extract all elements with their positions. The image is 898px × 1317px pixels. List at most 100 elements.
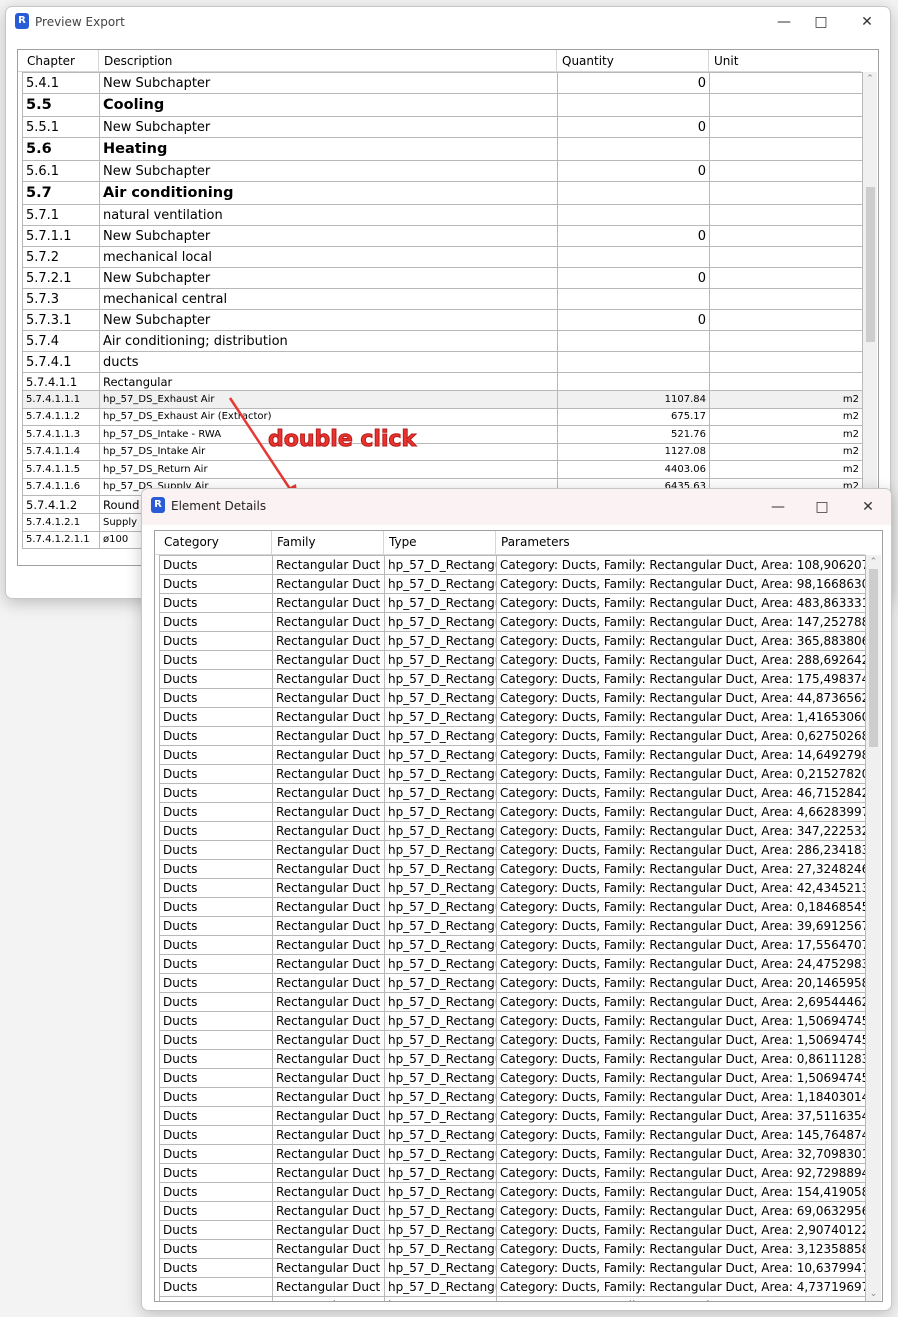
quantity-cell[interactable]: 0 — [557, 160, 710, 182]
details-row[interactable]: DuctsRectangular Ducthp_57_D_Rectangular… — [159, 1106, 866, 1126]
column-header-chapter[interactable]: Chapter — [22, 50, 99, 71]
parameters-cell[interactable]: Category: Ducts, Family: Rectangular Duc… — [496, 1030, 866, 1050]
family-cell[interactable]: Rectangular Duct — [272, 1106, 385, 1126]
preview-row[interactable]: 5.5 Cooling — [22, 93, 863, 117]
category-cell[interactable]: Ducts — [159, 593, 273, 613]
type-cell[interactable]: hp_57_D_Rectangular — [384, 878, 497, 898]
quantity-cell[interactable]: 0 — [557, 72, 710, 94]
parameters-cell[interactable]: Category: Ducts, Family: Rectangular Duc… — [496, 916, 866, 936]
description-cell[interactable]: New Subchapter — [99, 225, 558, 247]
type-cell[interactable]: hp_57_D_Rectangular — [384, 688, 497, 708]
category-cell[interactable]: Ducts — [159, 1201, 273, 1221]
type-cell[interactable]: hp_57_D_Rectangular — [384, 612, 497, 632]
description-cell[interactable]: hp_57_DS_Return Air — [99, 460, 558, 479]
family-cell[interactable]: Rectangular Duct — [272, 897, 385, 917]
details-row[interactable]: DuctsRectangular Ducthp_57_D_Rectangular… — [159, 1144, 866, 1164]
category-cell[interactable]: Ducts — [159, 1258, 273, 1278]
chapter-cell[interactable]: 5.4.1 — [22, 72, 100, 94]
category-cell[interactable]: Ducts — [159, 726, 273, 746]
chapter-cell[interactable]: 5.7.4.1.1.4 — [22, 442, 100, 461]
type-cell[interactable]: hp_57_D_Rectangular — [384, 783, 497, 803]
type-cell[interactable]: hp_57_D_Rectangular — [384, 1106, 497, 1126]
category-cell[interactable]: Ducts — [159, 764, 273, 784]
chapter-cell[interactable]: 5.7.2 — [22, 246, 100, 268]
type-cell[interactable]: hp_57_D_Rectangular — [384, 954, 497, 974]
preview-row[interactable]: 5.7.4 Air conditioning; distribution — [22, 330, 863, 352]
parameters-cell[interactable]: Category: Ducts, Family: Rectangular Duc… — [496, 935, 866, 955]
family-cell[interactable]: Rectangular Duct — [272, 1239, 385, 1259]
parameters-cell[interactable]: Category: Ducts, Family: Rectangular Duc… — [496, 973, 866, 993]
details-row[interactable]: DuctsRectangular Ducthp_57_D_Rectangular… — [159, 612, 866, 632]
column-header-parameters[interactable]: Parameters — [496, 531, 865, 554]
column-header-quantity[interactable]: Quantity — [557, 50, 709, 71]
category-cell[interactable]: Ducts — [159, 954, 273, 974]
details-row[interactable]: DuctsRectangular Ducthp_57_D_Rectangular… — [159, 593, 866, 613]
details-row[interactable]: DuctsRectangular Ducthp_57_D_Rectangular… — [159, 764, 866, 784]
type-cell[interactable]: hp_57_D_Rectangular — [384, 707, 497, 727]
unit-cell[interactable] — [709, 351, 863, 373]
details-row[interactable]: DuctsRectangular Ducthp_57_D_Rectangular… — [159, 859, 866, 879]
column-header-type[interactable]: Type — [384, 531, 496, 554]
category-cell[interactable]: Ducts — [159, 878, 273, 898]
chapter-cell[interactable]: 5.7.3 — [22, 288, 100, 310]
quantity-cell[interactable]: 521.76 — [557, 425, 710, 444]
preview-scroll-thumb[interactable] — [866, 187, 875, 342]
close-icon[interactable]: ✕ — [848, 495, 888, 519]
type-cell[interactable]: hp_57_D_Rectangular — [384, 992, 497, 1012]
parameters-cell[interactable]: Category: Ducts, Family: Rectangular Duc… — [496, 1087, 866, 1107]
description-cell[interactable]: Cooling — [99, 93, 558, 117]
details-scrollbar[interactable]: ⌃ ⌄ — [866, 555, 881, 1301]
details-row[interactable]: DuctsRectangular Ducthp_57_D_Rectangular… — [159, 726, 866, 746]
parameters-cell[interactable]: Category: Ducts, Family: Rectangular Duc… — [496, 707, 866, 727]
category-cell[interactable]: Ducts — [159, 745, 273, 765]
parameters-cell[interactable]: Category: Ducts, Family: Rectangular Duc… — [496, 669, 866, 689]
quantity-cell[interactable]: 0 — [557, 267, 710, 289]
chapter-cell[interactable]: 5.7.4.1.2.1 — [22, 513, 100, 532]
family-cell[interactable]: Rectangular Duct — [272, 688, 385, 708]
description-cell[interactable]: hp_57_DS_Exhaust Air — [99, 390, 558, 409]
quantity-cell[interactable]: 675.17 — [557, 407, 710, 426]
family-cell[interactable]: Rectangular Duct — [272, 1182, 385, 1202]
parameters-cell[interactable]: Category: Ducts, Family: Rectangular Duc… — [496, 1068, 866, 1088]
chapter-cell[interactable]: 5.6.1 — [22, 160, 100, 182]
type-cell[interactable]: hp_57_D_Rectangular — [384, 840, 497, 860]
family-cell[interactable]: Rectangular Duct — [272, 783, 385, 803]
details-row[interactable]: DuctsRectangular Ducthp_57_D_Rectangular… — [159, 1182, 866, 1202]
description-cell[interactable]: Air conditioning — [99, 181, 558, 205]
quantity-cell[interactable]: 0 — [557, 116, 710, 138]
parameters-cell[interactable]: Category: Ducts, Family: Rectangular Duc… — [496, 954, 866, 974]
description-cell[interactable]: mechanical local — [99, 246, 558, 268]
chapter-cell[interactable]: 5.7.2.1 — [22, 267, 100, 289]
details-row[interactable]: DuctsRectangular Ducthp_57_D_Rectangular… — [159, 878, 866, 898]
details-row[interactable]: DuctsRectangular Ducthp_57_D_Rectangular… — [159, 992, 866, 1012]
quantity-cell[interactable] — [557, 246, 710, 268]
unit-cell[interactable] — [709, 137, 863, 161]
description-cell[interactable]: hp_57_DS_Exhaust Air (Extractor) — [99, 407, 558, 426]
category-cell[interactable]: Ducts — [159, 916, 273, 936]
unit-cell[interactable] — [709, 116, 863, 138]
unit-cell[interactable]: m2 — [709, 425, 863, 444]
chapter-cell[interactable]: 5.7.3.1 — [22, 309, 100, 331]
column-header-category[interactable]: Category — [159, 531, 272, 554]
details-row[interactable]: DuctsRectangular Ducthp_57_D_Rectangular… — [159, 1030, 866, 1050]
details-row[interactable]: DuctsRectangular Ducthp_57_D_Rectangular… — [159, 574, 866, 594]
quantity-cell[interactable]: 0 — [557, 225, 710, 247]
details-row[interactable]: DuctsRectangular Ducthp_57_D_Rectangular… — [159, 1049, 866, 1069]
category-cell[interactable]: Ducts — [159, 1030, 273, 1050]
maximize-icon[interactable]: □ — [801, 10, 841, 34]
parameters-cell[interactable]: Category: Ducts, Family: Rectangular Duc… — [496, 1201, 866, 1221]
scroll-up-icon[interactable]: ⌃ — [866, 557, 881, 567]
preview-row[interactable]: 5.7.1 natural ventilation — [22, 204, 863, 226]
type-cell[interactable]: hp_57_D_Rectangular — [384, 859, 497, 879]
type-cell[interactable]: hp_57_D_Rectangular — [384, 1030, 497, 1050]
unit-cell[interactable]: m2 — [709, 390, 863, 409]
preview-row[interactable]: 5.7.3.1 New Subchapter 0 — [22, 309, 863, 331]
scroll-down-icon[interactable]: ⌄ — [866, 1289, 881, 1299]
family-cell[interactable]: Rectangular Duct — [272, 726, 385, 746]
chapter-cell[interactable]: 5.7.4.1.1 — [22, 372, 100, 391]
category-cell[interactable]: Ducts — [159, 574, 273, 594]
details-row[interactable]: DuctsRectangular Ducthp_57_D_Rectangular… — [159, 688, 866, 708]
type-cell[interactable]: hp_57_D_Rectangular — [384, 802, 497, 822]
details-row[interactable]: DuctsRectangular Ducthp_57_D_Rectangular… — [159, 707, 866, 727]
category-cell[interactable]: Ducts — [159, 688, 273, 708]
